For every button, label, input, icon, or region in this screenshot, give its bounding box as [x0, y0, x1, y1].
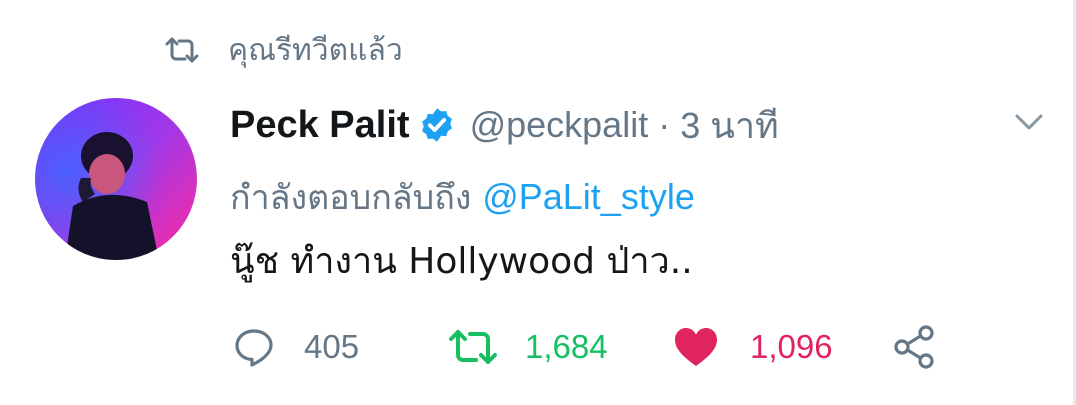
header-separator: ·: [658, 104, 671, 145]
retweet-icon: [165, 37, 199, 63]
replying-to-label: กำลังตอบกลับถึง: [230, 178, 472, 218]
retweet-count: 1,684: [525, 328, 608, 365]
retweet-icon: [449, 330, 497, 364]
retweet-context-label: คุณรีทวีตแล้ว: [228, 32, 403, 68]
tweet-text: นู๊ช ทำงาน Hollywood ป่าว..: [230, 241, 693, 282]
retweet-context: คุณรีทวีตแล้ว: [164, 30, 403, 70]
user-handle[interactable]: @peckpalit: [470, 104, 649, 146]
tweet-header: Peck Palit @peckpalit · 3 นาที: [230, 100, 779, 150]
tweet-timestamp[interactable]: 3 นาที: [680, 97, 779, 154]
heart-icon: [675, 328, 717, 366]
like-button[interactable]: 1,096: [672, 322, 833, 372]
chevron-down-icon[interactable]: [1012, 108, 1046, 136]
reply-button[interactable]: 405: [232, 322, 359, 372]
verified-badge-icon: [421, 108, 452, 142]
replying-to: กำลังตอบกลับถึง @PaLit_style: [230, 170, 695, 224]
replying-to-mention[interactable]: @PaLit_style: [482, 176, 695, 217]
avatar[interactable]: [35, 98, 197, 260]
retweet-button[interactable]: 1,684: [447, 322, 608, 372]
share-button[interactable]: [890, 322, 938, 372]
display-name[interactable]: Peck Palit: [230, 104, 410, 147]
reply-count: 405: [304, 328, 360, 365]
tweet-actions: 405 1,684 1,096: [232, 322, 952, 372]
avatar-image: [35, 98, 197, 260]
tweet-screen: คุณรีทวีตแล้ว Peck Palit @peckpalit · 3 …: [0, 0, 1076, 405]
like-count: 1,096: [750, 328, 833, 365]
reply-icon: [235, 329, 273, 367]
share-icon: [894, 325, 934, 369]
